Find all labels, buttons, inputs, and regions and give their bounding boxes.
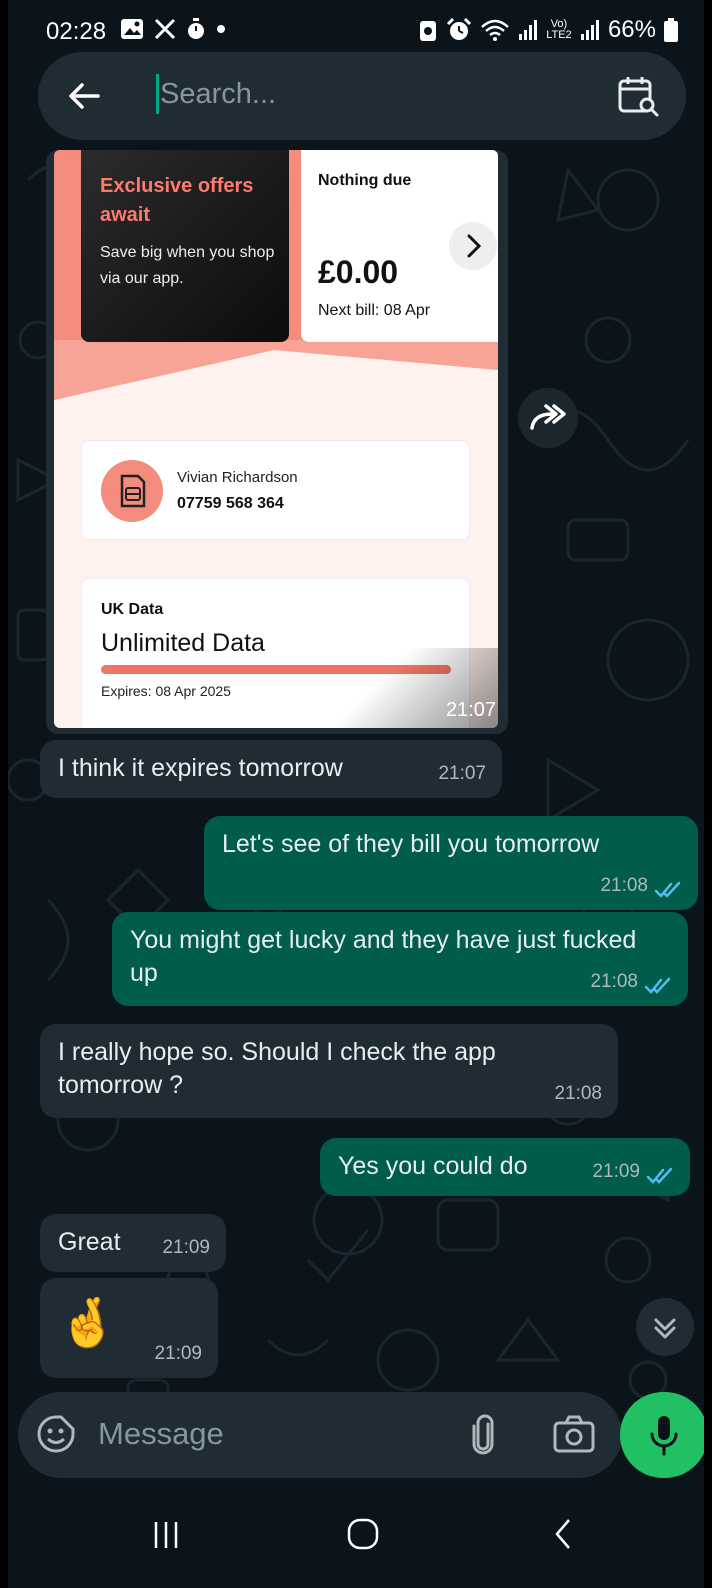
message-time: 21:09: [162, 1237, 210, 1258]
dot-icon: [217, 25, 225, 33]
battery-saver-icon: [419, 21, 436, 41]
status-time: 02:28: [46, 18, 107, 45]
data-expiry: Expires: 08 Apr 2025: [101, 683, 231, 699]
message-text: I think it expires tomorrow: [58, 754, 343, 782]
timer-icon: [188, 18, 204, 39]
double-chevron-down-icon: [654, 1318, 676, 1339]
network-label: Vo) LTE2: [546, 18, 572, 41]
signal-icon: [518, 20, 537, 40]
recents-icon[interactable]: [151, 1518, 181, 1552]
message-time: 21:08: [600, 875, 648, 896]
bill-card: Nothing due £0.00 Next bill: 08 Apr: [301, 150, 498, 342]
message-time: 21:08: [554, 1083, 602, 1104]
outgoing-message[interactable]: Let's see of they bill you tomorrow 21:0…: [204, 816, 698, 910]
bill-next: Next bill: 08 Apr: [318, 302, 431, 319]
x-app-icon: [154, 18, 176, 40]
system-icons: Vo) LTE2 66%: [418, 16, 678, 44]
signal-icon-2: [580, 20, 599, 40]
compose-bar: Message: [18, 1392, 622, 1478]
gallery-icon: [121, 19, 143, 39]
sticker-icon[interactable]: [36, 1414, 76, 1454]
message-text: I really hope so. Should I check the app…: [58, 1038, 496, 1099]
incoming-message[interactable]: Great 21:09: [40, 1214, 226, 1272]
alarm-icon: [446, 18, 472, 40]
outgoing-message[interactable]: You might get lucky and they have just f…: [112, 912, 688, 1006]
incoming-message[interactable]: 🤞 21:09: [40, 1278, 218, 1378]
chat-screen: 02:28 Vo) LTE2 66% Search... Exclusive o…: [8, 0, 704, 1588]
scroll-to-bottom-button[interactable]: [636, 1298, 694, 1356]
crossed-fingers-emoji: 🤞: [58, 1297, 118, 1350]
nav-back-icon[interactable]: [552, 1516, 574, 1552]
message-text: Let's see of they bill you tomorrow: [222, 830, 600, 858]
camera-icon[interactable]: [552, 1414, 596, 1454]
search-bar: Search...: [38, 52, 686, 140]
microphone-icon: [650, 1416, 678, 1456]
incoming-message[interactable]: I think it expires tomorrow 21:07: [40, 740, 502, 798]
sim-icon: [101, 460, 163, 522]
outgoing-message[interactable]: Yes you could do 21:09: [320, 1138, 690, 1196]
paperclip-icon[interactable]: [468, 1414, 498, 1456]
screenshot-wave: [54, 340, 498, 420]
message-text: Great: [58, 1228, 121, 1256]
promo-card: Exclusive offers await Save big when you…: [81, 150, 289, 342]
sim-card: Vivian Richardson 07759 568 364: [81, 440, 470, 540]
system-nav-bar: [8, 1500, 704, 1588]
data-title: UK Data: [101, 601, 164, 618]
message-time: 21:09: [592, 1161, 640, 1182]
image-message[interactable]: Exclusive offers await Save big when you…: [46, 150, 508, 734]
search-input[interactable]: Search...: [160, 78, 276, 111]
read-ticks-icon: [654, 881, 681, 898]
promo-title: Exclusive offers await: [100, 175, 254, 226]
read-ticks-icon: [646, 1167, 673, 1184]
message-text: You might get lucky and they have just f…: [130, 926, 637, 987]
read-ticks-icon: [644, 977, 671, 994]
battery-percent: 66%: [607, 16, 656, 43]
shared-screenshot: Exclusive offers await Save big when you…: [54, 150, 498, 728]
voice-message-button[interactable]: [620, 1392, 704, 1478]
home-icon[interactable]: [346, 1516, 380, 1552]
message-input[interactable]: Message: [98, 1416, 224, 1452]
battery-icon: [664, 18, 678, 42]
sim-owner-name: Vivian Richardson: [177, 469, 298, 486]
sim-phone-number: 07759 568 364: [177, 495, 284, 512]
message-time: 21:07: [445, 699, 496, 721]
incoming-message[interactable]: I really hope so. Should I check the app…: [40, 1024, 618, 1118]
text-caret: [156, 74, 159, 114]
search-by-date-icon[interactable]: [616, 74, 660, 118]
forward-icon: [530, 404, 566, 430]
back-arrow-icon[interactable]: [64, 76, 104, 116]
wifi-icon: [481, 19, 509, 41]
chevron-right-icon: [449, 222, 497, 270]
bill-amount: £0.00: [318, 254, 399, 290]
status-bar: 02:28 Vo) LTE2 66%: [8, 0, 704, 54]
bill-title: Nothing due: [318, 172, 412, 189]
message-time: 21:08: [590, 971, 638, 992]
message-time: 21:09: [154, 1343, 202, 1364]
promo-subtitle: Save big when you shop via our app.: [100, 244, 275, 287]
notification-icons: [120, 18, 226, 40]
message-time: 21:07: [438, 763, 486, 784]
data-plan-name: Unlimited Data: [101, 629, 265, 657]
message-text: Yes you could do: [338, 1152, 528, 1180]
forward-button[interactable]: [518, 388, 578, 448]
